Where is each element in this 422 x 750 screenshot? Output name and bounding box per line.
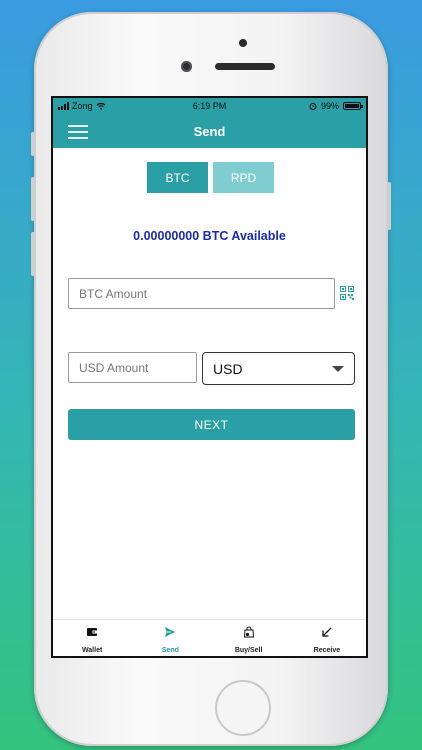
- send-icon: [165, 627, 176, 637]
- power-button: [387, 182, 391, 230]
- tab-rpd[interactable]: RPD: [213, 162, 274, 193]
- receive-icon: [322, 627, 332, 637]
- front-camera: [181, 61, 192, 72]
- bag-icon: [243, 626, 254, 638]
- qr-scan-icon[interactable]: [340, 286, 354, 300]
- next-button[interactable]: NEXT: [68, 409, 355, 440]
- tab-send-label: Send: [161, 647, 179, 654]
- silent-switch: [31, 132, 35, 156]
- battery-icon: [343, 102, 363, 110]
- wallet-icon: [87, 628, 98, 636]
- status-bar: Zong 6:19 PM 99%: [53, 98, 366, 116]
- alarm-icon: [309, 103, 317, 110]
- chevron-down-icon: [332, 366, 344, 372]
- battery-percent: 99%: [320, 101, 339, 111]
- page-title: Send: [193, 124, 226, 139]
- tab-wallet-label: Wallet: [81, 647, 103, 654]
- tab-send[interactable]: Send: [131, 620, 209, 656]
- tab-receive-label: Receive: [313, 647, 341, 654]
- earpiece-speaker: [215, 63, 275, 70]
- volume-down-button: [31, 232, 35, 276]
- available-balance: 0.00000000 BTC Available: [133, 229, 286, 243]
- currency-select[interactable]: USD: [202, 352, 355, 385]
- tab-buy-sell-label: Buy/Sell: [234, 647, 263, 654]
- currency-select-value: USD: [213, 361, 243, 377]
- usd-amount-input[interactable]: [68, 352, 197, 383]
- app-header: Send: [53, 116, 366, 148]
- tab-buy-sell[interactable]: Buy/Sell: [210, 620, 288, 656]
- tab-wallet[interactable]: Wallet: [53, 620, 131, 656]
- proximity-sensor: [239, 39, 247, 47]
- volume-up-button: [31, 177, 35, 221]
- app-screen: Zong 6:19 PM 99% Send BTC RPD 0.00000000…: [51, 96, 368, 658]
- tab-btc[interactable]: BTC: [147, 162, 208, 193]
- home-button[interactable]: [215, 680, 271, 736]
- bottom-tab-bar: Wallet Send Buy/Sell Receive: [53, 619, 366, 656]
- tab-receive[interactable]: Receive: [288, 620, 366, 656]
- btc-amount-input[interactable]: [68, 278, 335, 309]
